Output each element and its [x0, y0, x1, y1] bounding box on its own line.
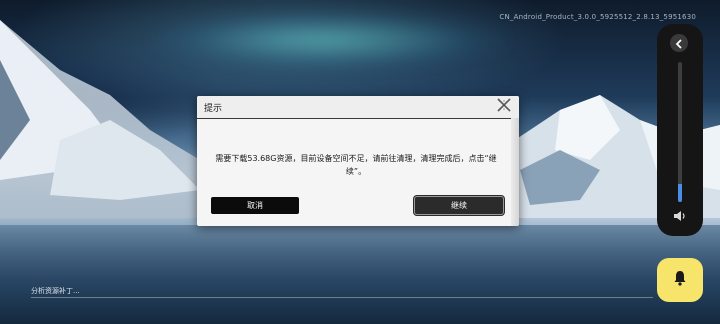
back-button[interactable]: [670, 34, 688, 52]
cancel-button[interactable]: 取消: [211, 197, 299, 214]
close-button[interactable]: [495, 98, 513, 116]
speaker-icon[interactable]: [671, 208, 689, 224]
close-icon: [496, 97, 512, 117]
lake-reflection: [0, 218, 720, 324]
bell-icon: [673, 270, 687, 290]
download-progress-bar: [31, 297, 653, 298]
notification-button[interactable]: [657, 258, 703, 302]
dialog-header: 提示: [197, 96, 519, 119]
loading-status-text: 分析资源补丁...: [31, 287, 80, 295]
chevron-left-icon: [675, 34, 683, 53]
volume-slider[interactable]: [678, 62, 682, 202]
volume-slider-fill: [678, 183, 682, 202]
volume-panel: [657, 24, 703, 236]
dialog-message: 需要下载53.68G资源，目前设备空间不足，请前往清理，清理完成后，点击“继续”…: [215, 154, 497, 176]
continue-button[interactable]: 继续: [415, 197, 503, 214]
version-text: CN_Android_Product_3.0.0_5925512_2.8.13_…: [499, 13, 696, 21]
dialog-side-decoration: [511, 118, 519, 226]
dialog-title: 提示: [204, 104, 223, 114]
storage-warning-dialog: 提示 需要下载53.68G资源，目前设备空间不足，请前往清理，清理完成后，点击“…: [197, 96, 519, 226]
